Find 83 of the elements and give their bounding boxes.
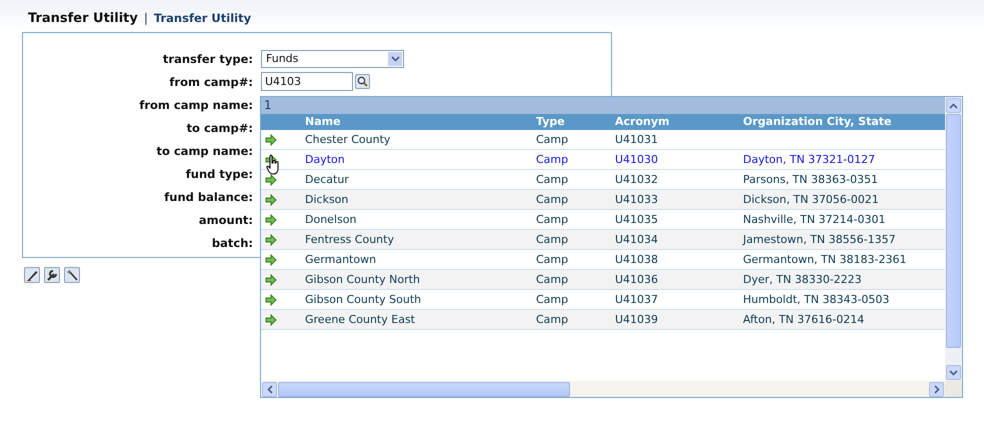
table-cell: Dayton, TN 37321-0127 [743, 153, 876, 166]
table-cell: Germantown [305, 253, 376, 266]
scroll-down-button[interactable] [946, 365, 961, 380]
chevron-down-icon [949, 370, 958, 376]
table-cell: Dyer, TN 38330-2223 [743, 273, 862, 286]
table-cell: Camp [536, 313, 568, 326]
scroll-right-button[interactable] [929, 382, 944, 396]
pencil-icon [26, 269, 38, 281]
table-cell: Camp [536, 253, 568, 266]
scroll-left-button[interactable] [262, 382, 277, 396]
table-cell: Donelson [305, 213, 356, 226]
table-cell: U41032 [615, 173, 658, 186]
field-label: from camp#: [168, 74, 253, 88]
table-cell: U41037 [615, 293, 658, 306]
breadcrumb-link[interactable]: Transfer Utility [154, 11, 252, 25]
field-label: from camp name: [138, 98, 253, 112]
edit-button[interactable] [24, 267, 40, 283]
table-cell: Jamestown, TN 38556-1357 [743, 233, 896, 246]
table-cell: Gibson County South [305, 293, 422, 306]
page-title: Transfer Utility [28, 11, 138, 26]
table-cell: Camp [536, 233, 568, 246]
field-label: batch: [210, 236, 253, 250]
field-label: to camp name: [155, 144, 253, 158]
chevron-right-icon [934, 384, 940, 394]
scrollbar-corner [945, 381, 962, 397]
table-row[interactable]: Greene County East Camp U41039 Afton, TN 37616-0214 [261, 310, 945, 330]
horizontal-scrollbar[interactable] [261, 381, 945, 397]
table-cell: U41033 [615, 193, 658, 206]
table-cell: U41039 [615, 313, 658, 326]
table-cell: Fentress County [305, 233, 394, 246]
arrow-right-icon[interactable] [265, 174, 277, 186]
field-label: to camp#: [186, 120, 253, 134]
wand-button[interactable] [64, 267, 80, 283]
table-cell: Gibson County North [305, 273, 420, 286]
table-cell: Dayton [305, 153, 345, 166]
table-row[interactable]: Gibson County North Camp U41036 Dyer, TN 38330-2223 [261, 270, 945, 290]
table-cell: Afton, TN 37616-0214 [743, 313, 864, 326]
table-cell: Nashville, TN 37214-0301 [743, 213, 886, 226]
table-cell: U41038 [615, 253, 658, 266]
page-number: 1 [261, 97, 945, 114]
table-cell: Parsons, TN 38363-0351 [743, 173, 878, 186]
field-label: fund balance: [163, 190, 253, 204]
transfer-type-select[interactable]: Funds [261, 50, 404, 68]
table-cell: Camp [536, 293, 568, 306]
search-button[interactable] [355, 74, 370, 89]
chevron-down-icon [390, 56, 400, 62]
table-cell: U41031 [615, 133, 658, 146]
table-cell: Camp [536, 193, 568, 206]
settings-button[interactable] [44, 267, 60, 283]
table-cell: Camp [536, 173, 568, 186]
scroll-up-button[interactable] [946, 98, 961, 113]
separator: | [144, 11, 148, 25]
search-icon [357, 76, 368, 87]
table-cell: Decatur [305, 173, 349, 186]
wrench-icon [46, 269, 58, 281]
scroll-thumb[interactable] [946, 114, 961, 348]
scroll-thumb[interactable] [278, 382, 570, 396]
chevron-left-icon [266, 384, 272, 394]
table-cell: U41030 [615, 153, 658, 166]
vertical-scrollbar[interactable] [945, 97, 962, 381]
table-row[interactable]: Fentress County Camp U41034 Jamestown, TN 38556-1357 [261, 230, 945, 250]
table-cell: Germantown, TN 38183-2361 [743, 253, 906, 266]
table-cell: Camp [536, 153, 568, 166]
table-cell: U41036 [615, 273, 658, 286]
hand-cursor-icon [266, 155, 280, 175]
table-cell: Camp [536, 133, 568, 146]
table-cell: Dickson [305, 193, 348, 206]
table-row[interactable]: Dickson Camp U41033 Dickson, TN 37056-0021 [261, 190, 945, 210]
field-label: transfer type: [162, 52, 253, 66]
field-label: amount: [198, 212, 253, 226]
table-cell: Chester County [305, 133, 390, 146]
camp-number-field[interactable]: U4103 [261, 72, 353, 91]
field-label: fund type: [184, 166, 253, 180]
table-cell: U41035 [615, 213, 658, 226]
table-cell: U41034 [615, 233, 658, 246]
wand-icon [66, 269, 78, 281]
table-row[interactable]: Chester County Camp U41031 [261, 130, 945, 150]
table-cell: Humboldt, TN 38343-0503 [743, 293, 890, 306]
table-cell: Greene County East [305, 313, 415, 326]
table-cell: Dickson, TN 37056-0021 [743, 193, 879, 206]
table-cell: Camp [536, 213, 568, 226]
table-cell: Camp [536, 273, 568, 286]
chevron-up-icon [949, 102, 958, 108]
